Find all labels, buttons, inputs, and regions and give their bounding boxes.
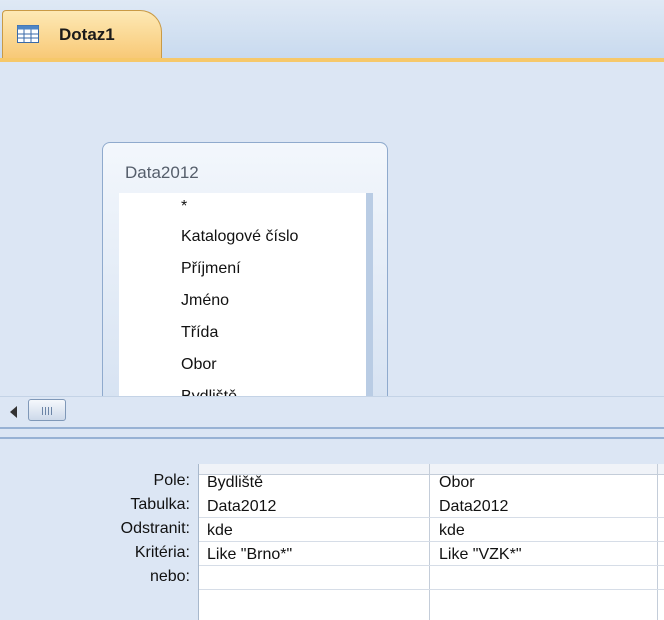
horizontal-scrollbar[interactable] — [0, 396, 664, 427]
document-tab-bar: Dotaz1 — [0, 0, 664, 62]
grid-cell-sort[interactable]: kde — [207, 519, 233, 543]
row-divider — [199, 541, 664, 542]
row-divider — [199, 589, 664, 590]
scroll-left-icon[interactable] — [10, 406, 17, 418]
grid-cell-field[interactable]: Obor — [439, 471, 475, 495]
row-label-field: Pole: — [153, 472, 190, 489]
field-list[interactable]: * Katalogové číslo Příjmení Jméno Třída … — [119, 193, 373, 419]
row-label-sort: Odstranit: — [120, 520, 190, 537]
query-icon — [17, 25, 39, 43]
row-label-criteria: Kritéria: — [134, 544, 190, 561]
field-list-item-katalogove-cislo[interactable]: Katalogové číslo — [181, 225, 298, 249]
grid-cell-sort[interactable]: kde — [439, 519, 465, 543]
field-list-item-all[interactable]: * — [181, 195, 187, 219]
tab-dotaz1[interactable]: Dotaz1 — [2, 10, 162, 58]
column-selector-row[interactable] — [199, 464, 664, 475]
grid-cell-criteria[interactable]: Like "Brno*" — [207, 543, 292, 567]
query-design-grid-pane: Pole: Tabulka: Odstranit: Kritéria: nebo… — [0, 439, 664, 620]
tab-label: Dotaz1 — [59, 25, 115, 44]
column-divider — [429, 464, 430, 620]
grip-line — [51, 407, 52, 415]
table-field-list-data2012[interactable]: Data2012 * Katalogové číslo Příjmení Jmé… — [102, 142, 388, 435]
field-list-item-jmeno[interactable]: Jméno — [181, 289, 229, 313]
grip-line — [42, 407, 43, 415]
design-grid[interactable]: Bydliště Data2012 kde Like "Brno*" Obor … — [198, 464, 664, 620]
grid-cell-table[interactable]: Data2012 — [439, 495, 508, 519]
row-label-table: Tabulka: — [130, 496, 190, 513]
table-title: Data2012 — [125, 163, 199, 182]
field-list-item-trida[interactable]: Třída — [181, 321, 218, 345]
column-divider — [657, 464, 658, 620]
field-list-item-prijmeni[interactable]: Příjmení — [181, 257, 241, 281]
grid-cell-criteria[interactable]: Like "VZK*" — [439, 543, 522, 567]
grid-cell-table[interactable]: Data2012 — [207, 495, 276, 519]
query-design-area[interactable]: Data2012 * Katalogové číslo Příjmení Jmé… — [0, 62, 664, 435]
scroll-thumb[interactable] — [28, 399, 66, 421]
field-list-item-obor[interactable]: Obor — [181, 353, 217, 377]
pane-splitter[interactable] — [0, 427, 664, 439]
grip-line — [48, 407, 49, 415]
grid-cell-field[interactable]: Bydliště — [207, 471, 263, 495]
grip-line — [45, 407, 46, 415]
row-label-or: nebo: — [149, 568, 190, 585]
